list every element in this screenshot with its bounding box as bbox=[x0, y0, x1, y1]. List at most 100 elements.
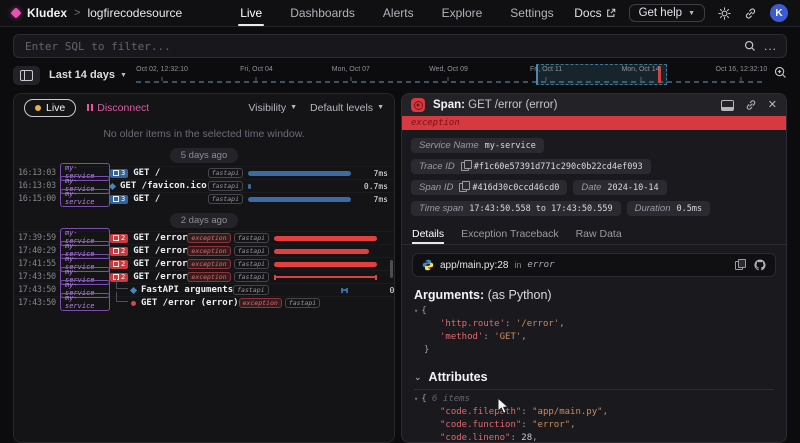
live-button[interactable]: Live bbox=[24, 99, 76, 117]
tag-exception[interactable]: exception bbox=[187, 272, 230, 282]
tag-fastapi[interactable]: fastapi bbox=[234, 246, 269, 256]
external-link-icon bbox=[606, 8, 616, 18]
tag-exception[interactable]: exception bbox=[187, 259, 230, 269]
tag-fastapi[interactable]: fastapi bbox=[208, 181, 243, 191]
badge-value: #f1c60e57391d771c290c0b22cd4ef093 bbox=[474, 162, 643, 172]
code-line: "code.filepath": "app/main.py", bbox=[414, 406, 774, 419]
close-icon[interactable]: ✕ bbox=[768, 100, 777, 111]
nav-tab-settings[interactable]: Settings bbox=[508, 0, 555, 26]
visibility-dropdown[interactable]: Visibility ▼ bbox=[248, 102, 297, 114]
nav-tab-explore[interactable]: Explore bbox=[440, 0, 485, 26]
trace-row[interactable]: 17:43:50my-serviceGET /error (error)exce… bbox=[14, 296, 394, 309]
tag-fastapi[interactable]: fastapi bbox=[208, 168, 243, 178]
dock-panel-icon[interactable] bbox=[721, 100, 734, 111]
timeline-tick-mark bbox=[448, 77, 449, 81]
duration-bar-track bbox=[274, 261, 380, 268]
trace-row[interactable]: 16:15:00my-service3GET /fastapi7ms bbox=[14, 192, 394, 205]
span-count-badge[interactable]: 2 bbox=[110, 260, 128, 269]
error-span-icon bbox=[411, 98, 425, 112]
code-line: 'method': 'GET', bbox=[414, 331, 774, 344]
get-help-button[interactable]: Get help ▼ bbox=[629, 4, 705, 22]
row-duration: 7ms bbox=[354, 195, 388, 204]
code-token: : bbox=[521, 420, 532, 430]
copy-link-icon[interactable] bbox=[745, 99, 757, 111]
tag-fastapi[interactable]: fastapi bbox=[285, 298, 320, 308]
copy-icon[interactable] bbox=[461, 162, 469, 171]
disconnect-button[interactable]: Disconnect bbox=[87, 102, 149, 114]
span-count-badge[interactable]: 3 bbox=[110, 169, 128, 178]
nav-tab-alerts[interactable]: Alerts bbox=[381, 0, 416, 26]
code-token: , bbox=[532, 433, 537, 442]
tag-fastapi[interactable]: fastapi bbox=[234, 272, 269, 282]
project-name[interactable]: logfirecodesource bbox=[87, 6, 182, 20]
scrollbar-thumb[interactable] bbox=[390, 260, 393, 278]
duration-bar-track bbox=[325, 300, 395, 307]
trace-list-toolbar: Live Disconnect Visibility ▼ Default lev… bbox=[14, 94, 394, 121]
timeline-tick-label: Fri, Oct 04 bbox=[240, 66, 273, 73]
tag-exception[interactable]: exception bbox=[239, 298, 282, 308]
duration-bar-track bbox=[274, 274, 380, 281]
span-count-badge[interactable]: 2 bbox=[110, 234, 128, 243]
top-navbar: Kludex > logfirecodesource LiveDashboard… bbox=[0, 0, 800, 27]
attributes-section-toggle[interactable]: ⌄ Attributes bbox=[414, 370, 774, 390]
copy-icon[interactable] bbox=[735, 261, 743, 270]
default-levels-dropdown[interactable]: Default levels ▼ bbox=[310, 102, 384, 114]
timeline-track[interactable]: Oct 02, 12:32:10Fri, Oct 04Mon, Oct 07We… bbox=[136, 64, 787, 86]
timeline-tick-label: Wed, Oct 09 bbox=[429, 66, 468, 73]
logfire-logo-icon[interactable] bbox=[10, 7, 21, 18]
duration-bar-track bbox=[248, 196, 354, 203]
metadata-badge-time-span: Time span17:43:50.558 to 17:43:50.559 bbox=[411, 201, 621, 216]
code-token: : bbox=[510, 433, 521, 442]
row-timestamp: 17:39:59 bbox=[18, 233, 60, 243]
tag-fastapi[interactable]: fastapi bbox=[208, 194, 243, 204]
tab-exception-traceback[interactable]: Exception Traceback bbox=[461, 223, 558, 244]
sidebar-toggle-button[interactable] bbox=[13, 66, 40, 85]
search-icon[interactable] bbox=[744, 40, 756, 52]
badge-label: Trace ID bbox=[419, 161, 455, 172]
service-tag[interactable]: my-service bbox=[60, 293, 110, 313]
share-link-button[interactable] bbox=[744, 7, 757, 20]
metadata-badge-date: Date2024-10-14 bbox=[573, 180, 666, 195]
main-nav: Live Dashboards Alerts Explore Settings bbox=[238, 0, 555, 26]
badge-label: Duration bbox=[635, 203, 671, 214]
source-file-path[interactable]: app/main.py:28 bbox=[440, 260, 508, 271]
span-message: GET /error bbox=[133, 246, 187, 256]
service-tag[interactable]: my-service bbox=[60, 189, 110, 209]
collapse-arrow-icon[interactable]: ▾ bbox=[414, 395, 418, 403]
tag-fastapi[interactable]: fastapi bbox=[234, 233, 269, 243]
user-avatar[interactable]: K bbox=[770, 4, 788, 22]
tag-exception[interactable]: exception bbox=[187, 246, 230, 256]
theme-toggle-button[interactable] bbox=[718, 7, 731, 20]
duration-bar bbox=[274, 262, 377, 267]
timeline-tick-label: Mon, Oct 14 bbox=[621, 66, 659, 73]
nav-tab-live[interactable]: Live bbox=[238, 0, 264, 26]
timeline-zoom-in-button[interactable] bbox=[774, 66, 787, 84]
tag-exception[interactable]: exception bbox=[187, 233, 230, 243]
exception-banner: exception bbox=[402, 116, 786, 130]
copy-icon[interactable] bbox=[459, 183, 467, 192]
span-count-badge[interactable]: 3 bbox=[110, 195, 128, 204]
more-options-button[interactable]: ... bbox=[764, 43, 777, 49]
tag-fastapi[interactable]: fastapi bbox=[233, 285, 268, 295]
span-count-badge[interactable]: 2 bbox=[110, 247, 128, 256]
sql-filter-bar: ... bbox=[13, 34, 787, 58]
nav-tab-dashboards[interactable]: Dashboards bbox=[288, 0, 357, 26]
duration-bar-track bbox=[274, 287, 380, 294]
tag-fastapi[interactable]: fastapi bbox=[234, 259, 269, 269]
duration-bar bbox=[248, 184, 251, 189]
github-icon[interactable] bbox=[754, 259, 766, 271]
row-duration: 0.3ms bbox=[380, 286, 395, 295]
time-range-dropdown[interactable]: Last 14 days ▼ bbox=[49, 69, 127, 81]
tab-raw-data[interactable]: Raw Data bbox=[576, 223, 622, 244]
sql-filter-input[interactable] bbox=[23, 39, 736, 54]
org-name[interactable]: Kludex bbox=[27, 6, 67, 20]
badge-label: Time span bbox=[419, 203, 463, 214]
collapse-arrow-icon[interactable]: ▾ bbox=[414, 307, 418, 315]
code-token: "error" bbox=[532, 420, 570, 430]
span-message: GET /error (error) bbox=[141, 298, 239, 308]
docs-link[interactable]: Docs bbox=[574, 6, 615, 20]
day-divider-pill: 5 days ago bbox=[170, 148, 238, 163]
source-actions bbox=[735, 259, 766, 271]
tab-details[interactable]: Details bbox=[412, 223, 444, 244]
source-location-box: app/main.py:28 in error bbox=[412, 253, 776, 277]
